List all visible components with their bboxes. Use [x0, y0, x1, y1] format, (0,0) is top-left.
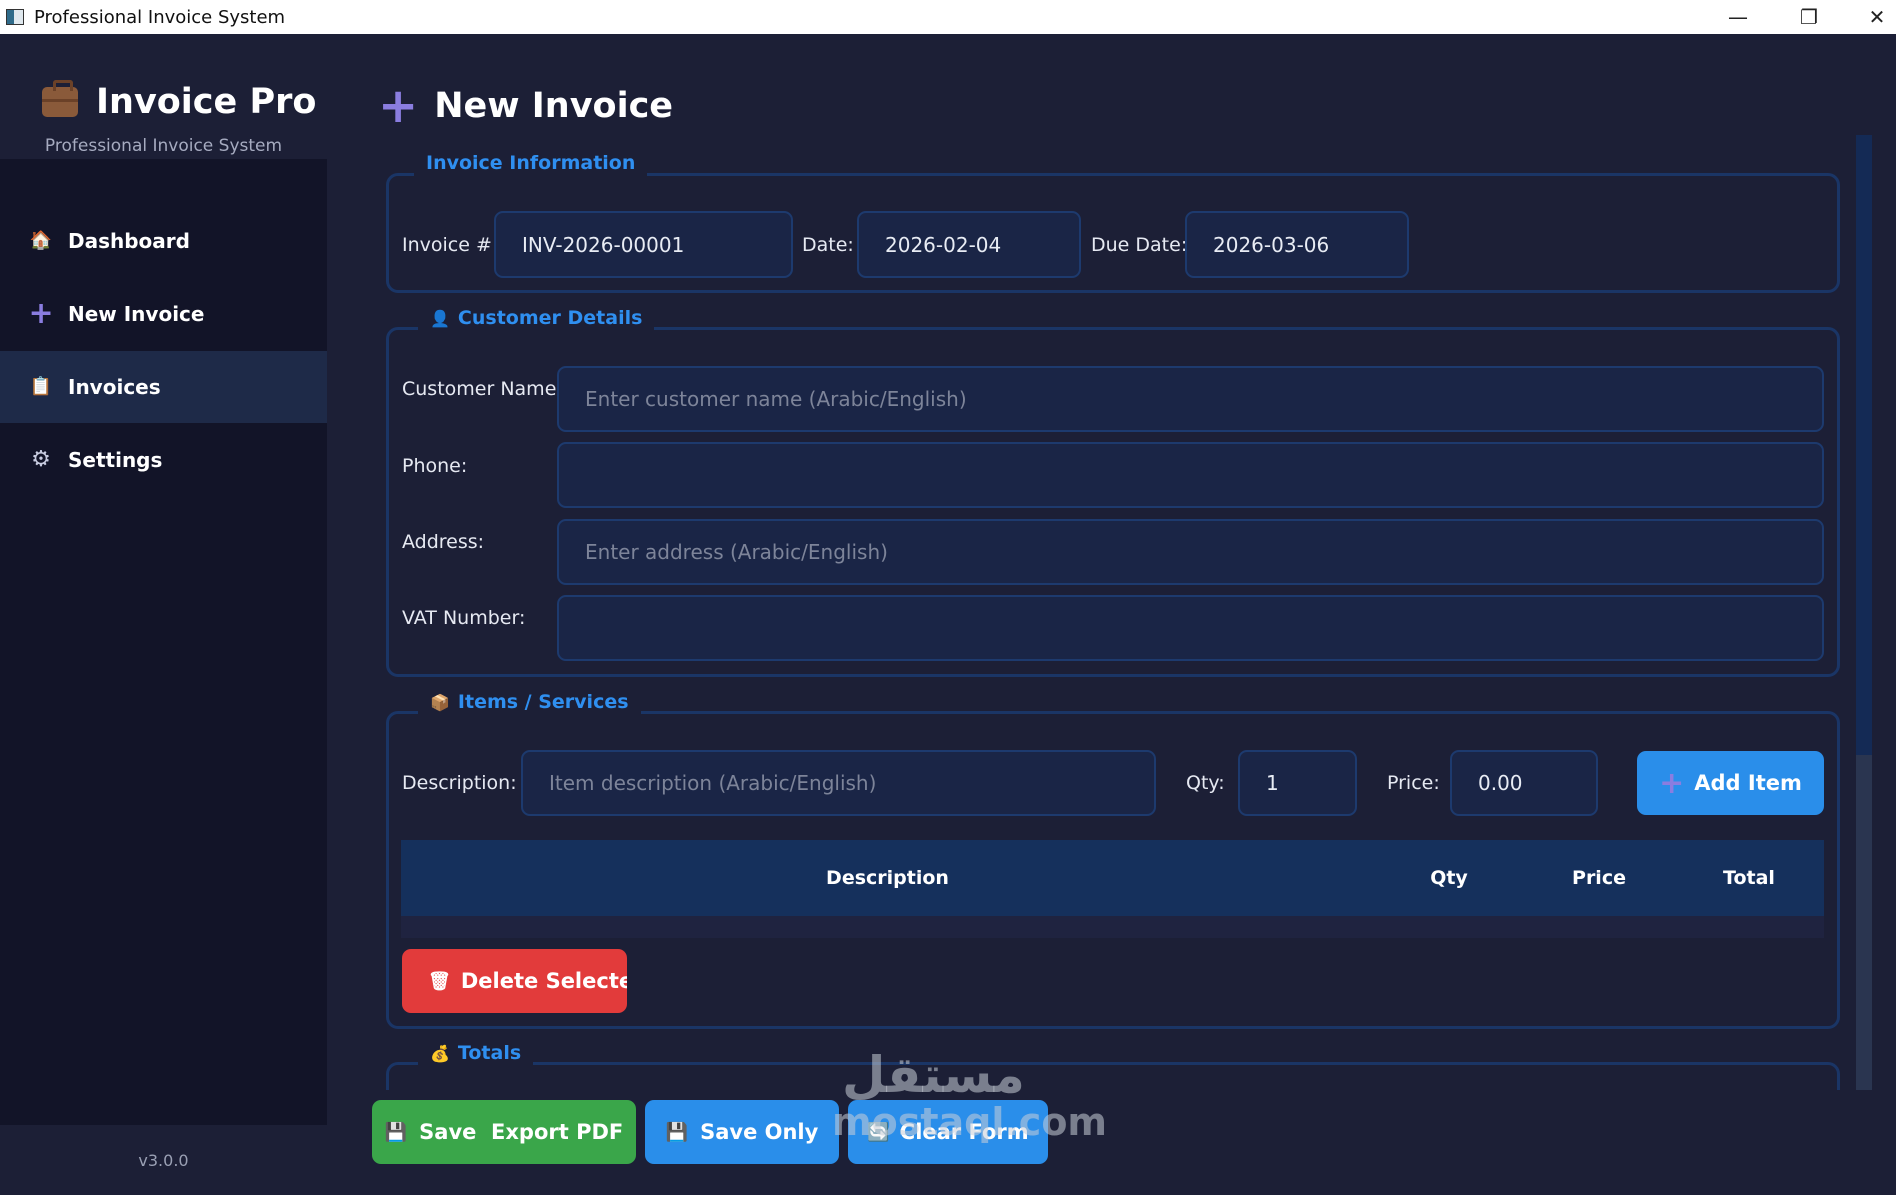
invoice-number-field[interactable]: INV-2026-00001	[494, 211, 793, 278]
item-description-label: Description:	[402, 772, 517, 794]
minimize-button[interactable]: —	[1708, 0, 1768, 34]
invoice-number-label: Invoice #:	[402, 234, 499, 256]
watermark-latin: mostaql.com	[832, 1100, 1108, 1144]
date-label: Date:	[802, 234, 854, 256]
page-title: + New Invoice	[378, 82, 673, 130]
customer-name-field[interactable]: Enter customer name (Arabic/English)	[557, 366, 1824, 432]
restore-button[interactable]: ❐	[1779, 0, 1839, 34]
briefcase-icon	[42, 80, 78, 117]
sidebar-item-label: Settings	[68, 448, 163, 472]
watermark: مستقل mostaql.com	[832, 1050, 1107, 1144]
save-export-pdf-button[interactable]: 💾 Save Export PDF	[372, 1100, 636, 1164]
items-legend: 📦 Items / Services	[418, 689, 641, 715]
items-table-body[interactable]	[401, 916, 1824, 938]
user-icon: 👤	[430, 308, 450, 328]
qty-label: Qty:	[1186, 772, 1225, 794]
due-date-field[interactable]: 2026-03-06	[1185, 211, 1409, 278]
package-icon: 📦	[430, 692, 450, 712]
column-header-qty[interactable]: Qty	[1374, 840, 1524, 916]
page-title-text: New Invoice	[434, 86, 674, 126]
phone-field[interactable]	[557, 442, 1824, 508]
sidebar-item-invoices[interactable]: 📋 Invoices	[0, 351, 327, 423]
vat-number-label: VAT Number:	[402, 607, 526, 629]
trash-icon: 🗑	[428, 970, 451, 992]
column-header-total[interactable]: Total	[1674, 840, 1824, 916]
save-only-button[interactable]: 💾 Save Only	[645, 1100, 839, 1164]
gear-icon: ⚙	[31, 447, 51, 472]
plus-icon: +	[28, 296, 54, 331]
add-item-button[interactable]: + Add Item	[1637, 751, 1824, 815]
brand-name: Invoice Pro	[96, 82, 317, 122]
plus-icon: +	[378, 78, 419, 134]
totals-legend: 💰 Totals	[418, 1040, 534, 1066]
plus-icon: +	[1659, 765, 1685, 801]
due-date-label: Due Date:	[1091, 234, 1188, 256]
sidebar-item-new-invoice[interactable]: + New Invoice	[0, 278, 327, 350]
address-label: Address:	[402, 531, 485, 553]
close-button[interactable]: ✕	[1847, 0, 1896, 34]
delete-selected-button[interactable]: 🗑 Delete Selecte	[402, 949, 627, 1013]
scrollbar-thumb[interactable]	[1856, 755, 1872, 1090]
brand: Invoice Pro	[42, 80, 317, 122]
column-header-price[interactable]: Price	[1524, 840, 1674, 916]
scrollbar[interactable]	[1856, 135, 1872, 1090]
phone-label: Phone:	[402, 455, 468, 477]
window-titlebar: Professional Invoice System — ❐ ✕	[0, 0, 1896, 34]
sidebar-item-settings[interactable]: ⚙ Settings	[0, 424, 327, 496]
item-description-field[interactable]: Item description (Arabic/English)	[521, 750, 1156, 816]
version-label: v3.0.0	[0, 1125, 327, 1195]
watermark-arabic: مستقل	[842, 1046, 1025, 1104]
column-header-description[interactable]: Description	[401, 840, 1374, 916]
floppy-icon: 💾	[384, 1121, 408, 1143]
qty-field[interactable]: 1	[1238, 750, 1357, 816]
invoice-info-legend: Invoice Information	[414, 150, 648, 176]
clipboard-icon: 📋	[29, 376, 53, 397]
sidebar-item-label: New Invoice	[68, 302, 205, 326]
floppy-icon: 💾	[665, 1121, 689, 1143]
vat-number-field[interactable]	[557, 595, 1824, 661]
brand-subtitle: Professional Invoice System	[44, 136, 283, 156]
app-icon	[6, 9, 24, 25]
customer-details-legend: 👤 Customer Details	[418, 305, 655, 331]
customer-name-label: Customer Name:	[402, 378, 563, 400]
price-label: Price:	[1387, 772, 1440, 794]
date-field[interactable]: 2026-02-04	[857, 211, 1081, 278]
items-table-header: Description Qty Price Total	[401, 840, 1824, 916]
money-bag-icon: 💰	[430, 1043, 450, 1063]
sidebar-item-label: Invoices	[68, 375, 161, 399]
price-field[interactable]: 0.00	[1450, 750, 1598, 816]
address-field[interactable]: Enter address (Arabic/English)	[557, 519, 1824, 585]
house-icon: 🏠	[29, 230, 53, 251]
sidebar-item-label: Dashboard	[68, 229, 190, 253]
window-title: Professional Invoice System	[34, 6, 286, 28]
sidebar-item-dashboard[interactable]: 🏠 Dashboard	[0, 205, 327, 277]
